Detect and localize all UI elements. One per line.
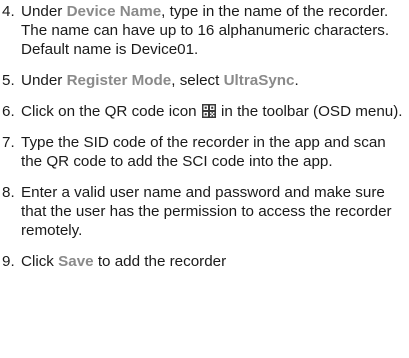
step-text: Click Save to add the recorder bbox=[21, 253, 226, 270]
step-text: Click on the QR code icon in the toolbar… bbox=[21, 103, 403, 120]
step-number: 5. bbox=[2, 72, 15, 89]
qr-code-icon bbox=[201, 104, 216, 118]
step-text: Type the SID code of the recorder in the… bbox=[21, 134, 386, 170]
text-fragment: Click on the QR code icon bbox=[21, 103, 201, 120]
text-fragment: , select bbox=[171, 72, 224, 89]
step-text: Enter a valid user name and password and… bbox=[21, 184, 392, 239]
step-4: 4. Under Device Name, type in the name o… bbox=[0, 2, 409, 59]
text-fragment: Under bbox=[21, 3, 67, 20]
text-fragment: in the toolbar (OSD menu). bbox=[216, 103, 403, 120]
ui-term-save: Save bbox=[58, 253, 94, 270]
ui-term-device-name: Device Name bbox=[66, 3, 162, 20]
text-fragment: . bbox=[294, 72, 299, 89]
step-9: 9. Click Save to add the recorder bbox=[0, 252, 409, 271]
step-number: 9. bbox=[2, 253, 15, 270]
text-fragment: to add the recorder bbox=[93, 253, 227, 270]
step-text: Under Register Mode, select UltraSync. bbox=[21, 72, 299, 89]
step-text: Under Device Name, type in the name of t… bbox=[21, 3, 389, 58]
step-5: 5. Under Register Mode, select UltraSync… bbox=[0, 71, 409, 90]
step-8: 8. Enter a valid user name and password … bbox=[0, 183, 409, 240]
step-number: 8. bbox=[2, 184, 15, 201]
step-6: 6. Click on the QR code icon in the tool… bbox=[0, 102, 409, 121]
step-number: 4. bbox=[2, 3, 15, 20]
ui-term-ultrasync: UltraSync bbox=[223, 72, 295, 89]
ui-term-register-mode: Register Mode bbox=[66, 72, 172, 89]
text-fragment: Click bbox=[21, 253, 59, 270]
step-number: 6. bbox=[2, 103, 15, 120]
instruction-steps: 4. Under Device Name, type in the name o… bbox=[0, 2, 409, 283]
step-number: 7. bbox=[2, 134, 15, 151]
step-7: 7. Type the SID code of the recorder in … bbox=[0, 133, 409, 171]
text-fragment: Under bbox=[21, 72, 67, 89]
